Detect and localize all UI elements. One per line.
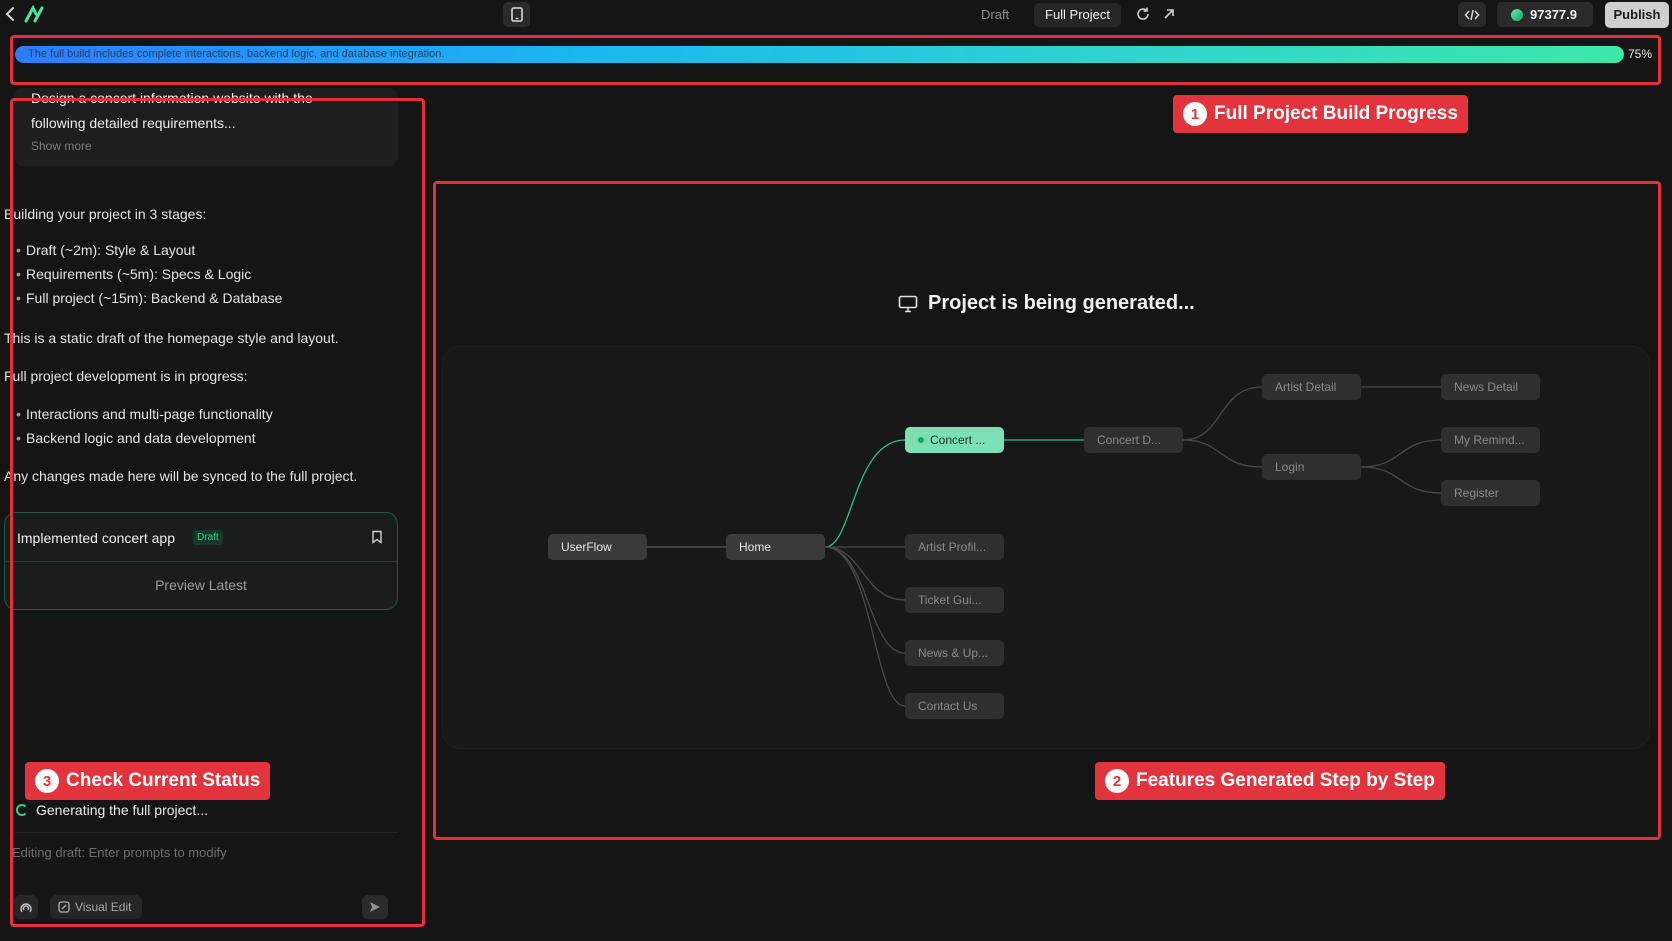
tab-full-project[interactable]: Full Project [1034,3,1122,27]
credits-value: 97377.9 [1530,7,1577,22]
callout-label: Features Generated Step by Step [1136,770,1435,791]
tablet-icon [510,7,523,22]
tab-draft[interactable]: Draft [970,3,1020,27]
app-logo-icon[interactable] [24,4,46,25]
refresh-icon[interactable] [1134,5,1152,23]
annotation-box-progress [10,35,1661,85]
callout-label: Full Project Build Progress [1214,103,1458,124]
callout-number: 2 [1105,769,1129,793]
open-external-icon[interactable] [1160,5,1178,23]
top-bar: Draft Full Project 97377.9 Publish [0,0,1672,30]
credits-balance[interactable]: 97377.9 [1497,2,1593,27]
callout-label: Check Current Status [66,770,261,791]
back-arrow-icon[interactable] [4,4,20,24]
annotation-callout-3: 3 Check Current Status [25,762,271,800]
code-view-button[interactable] [1458,2,1486,27]
callout-number: 1 [1183,102,1207,126]
annotation-callout-2: 2 Features Generated Step by Step [1095,762,1445,800]
device-preview-button[interactable] [503,2,530,27]
publish-button[interactable]: Publish [1605,2,1669,28]
annotation-box-sidebar [10,98,425,927]
annotation-box-flow [433,181,1661,840]
code-icon [1464,9,1480,20]
annotation-callout-1: 1 Full Project Build Progress [1173,95,1468,133]
credits-coin-icon [1511,8,1523,21]
callout-number: 3 [35,769,59,793]
